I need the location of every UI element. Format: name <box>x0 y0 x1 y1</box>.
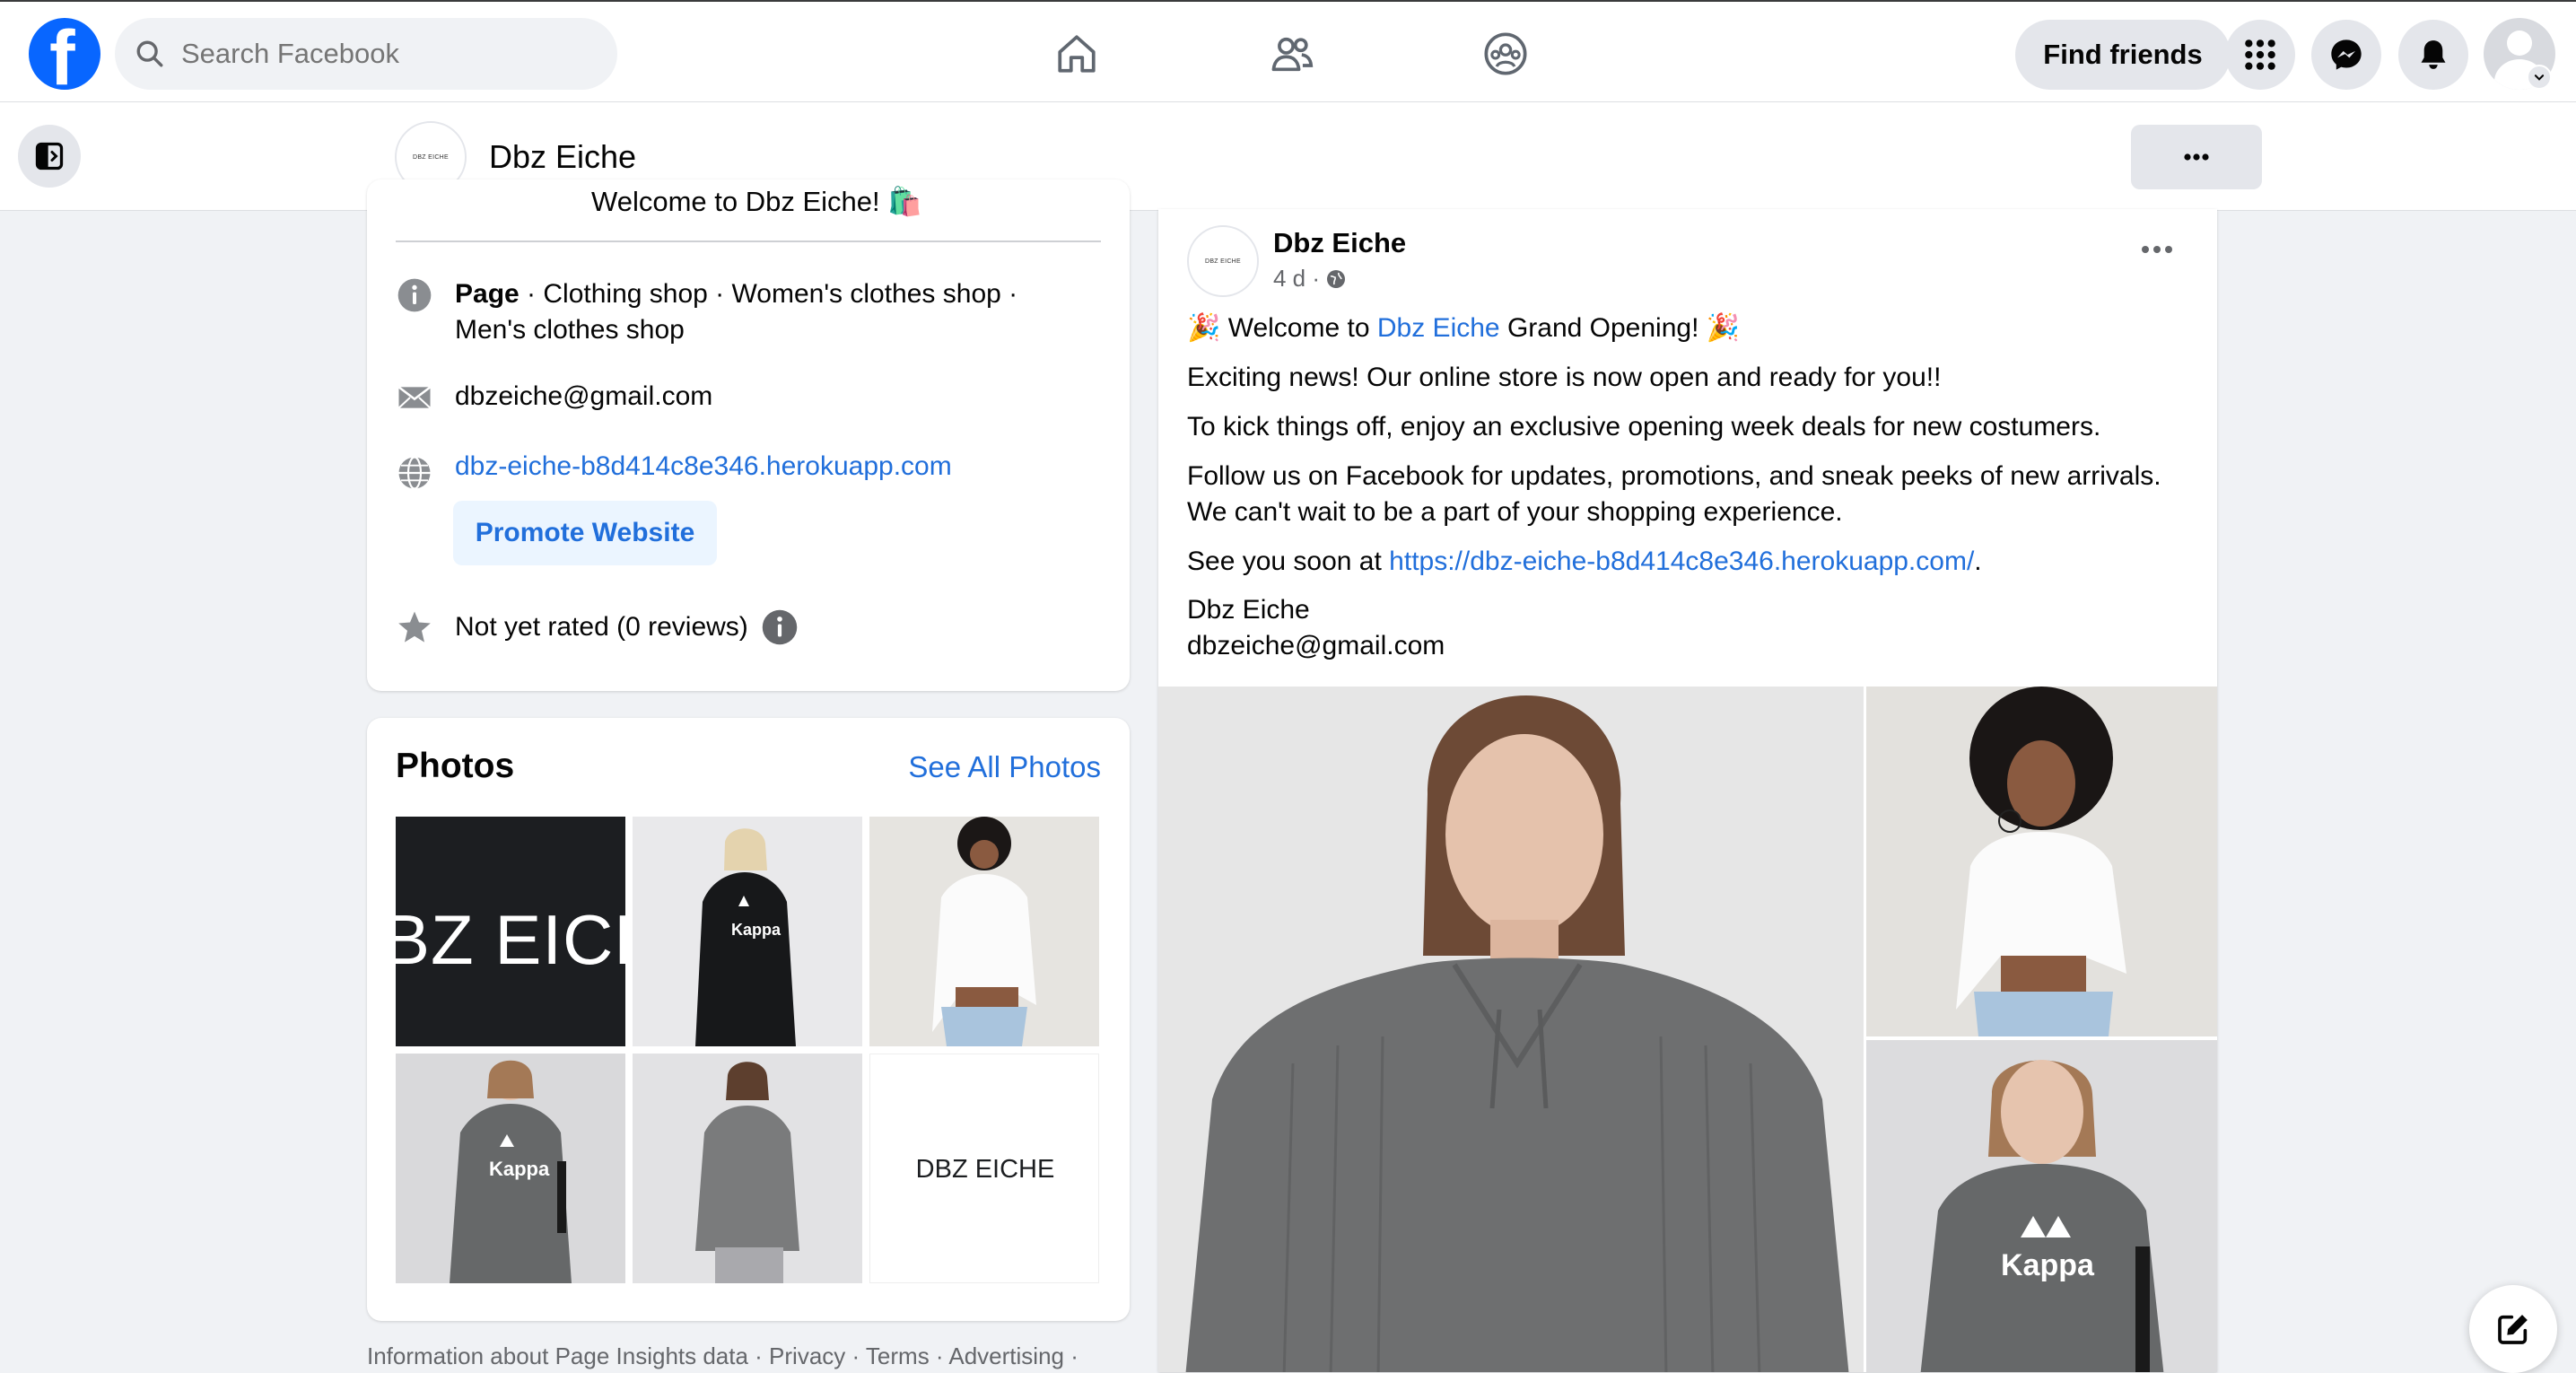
groups-icon[interactable] <box>1479 27 1533 81</box>
public-globe-icon <box>1327 269 1346 288</box>
post-image-main[interactable] <box>1158 686 1864 1372</box>
more-dots-icon <box>2184 153 2209 161</box>
messenger-icon[interactable] <box>2311 20 2381 90</box>
post-options-icon[interactable] <box>2135 236 2179 263</box>
new-message-button[interactable] <box>2469 1285 2557 1373</box>
photo-thumbnail[interactable] <box>633 1054 862 1283</box>
intro-bio-text: Welcome to Dbz Eiche! 🛍️ <box>591 186 922 217</box>
search-bar[interactable] <box>115 18 617 90</box>
more-options-button[interactable] <box>2131 125 2262 189</box>
post-text-line: 🎉 Welcome to Dbz Eiche Grand Opening! 🎉 <box>1187 310 1740 346</box>
svg-text:Kappa: Kappa <box>731 921 782 939</box>
menu-grid-icon[interactable] <box>2225 20 2295 90</box>
rating-info-icon[interactable] <box>761 608 799 646</box>
top-navigation-bar: f Find friends <box>0 0 2576 102</box>
post-card: DBZ EICHE Dbz Eiche 4 d · 🎉 Welcome to D… <box>1158 209 2217 1372</box>
side-panel-toggle-icon[interactable] <box>18 125 81 188</box>
page-name[interactable]: Dbz Eiche <box>489 138 636 176</box>
signature-email: dbzeiche@gmail.com <box>1187 631 1445 660</box>
footer-links[interactable]: Information about Page Insights data · P… <box>367 1342 1078 1370</box>
post-text-fragment: . <box>1974 547 1982 576</box>
categories-text-2: Men's clothes shop <box>455 315 685 345</box>
friends-icon[interactable] <box>1265 27 1319 81</box>
post-timestamp[interactable]: 4 d · <box>1273 265 1320 293</box>
rating-text: Not yet rated (0 reviews) <box>455 612 748 642</box>
chevron-down-icon[interactable] <box>2527 65 2552 90</box>
categories-text: · Clothing shop · Women's clothes shop · <box>519 279 1018 309</box>
post-text-line: Exciting news! Our online store is now o… <box>1187 363 1942 392</box>
photos-card: Photos See All Photos BZ EICH Kappa Kapp… <box>367 718 1130 1321</box>
star-icon <box>396 608 433 646</box>
info-row-rating: Not yet rated (0 reviews) <box>396 608 799 646</box>
post-image-tertiary[interactable]: Kappa <box>1866 1040 2217 1372</box>
search-input[interactable] <box>179 37 574 71</box>
promote-website-button[interactable]: Promote Website <box>453 501 717 565</box>
photo-thumbnail[interactable]: Kappa <box>396 1054 625 1283</box>
post-logo-text: DBZ EICHE <box>1204 258 1242 265</box>
find-friends-button[interactable]: Find friends <box>2015 20 2231 90</box>
info-row-email: dbzeiche@gmail.com <box>396 379 712 416</box>
post-text-fragment: See you soon at <box>1187 547 1390 576</box>
notifications-bell-icon[interactable] <box>2398 20 2468 90</box>
post-text-line: We can't wait to be a part of your shopp… <box>1187 497 1843 527</box>
email-text[interactable]: dbzeiche@gmail.com <box>455 379 712 415</box>
info-row-category: Page · Clothing shop · Women's clothes s… <box>396 276 1017 348</box>
facebook-logo-icon[interactable]: f <box>29 18 100 97</box>
page-label: Page <box>455 279 520 309</box>
globe-icon <box>396 454 433 492</box>
post-text-line: Follow us on Facebook for updates, promo… <box>1187 461 2161 491</box>
page-mention-link[interactable]: Dbz Eiche <box>1377 313 1500 343</box>
post-text-fragment: 🎉 Welcome to <box>1187 313 1377 343</box>
photo-logo-text: BZ EICH <box>396 900 625 979</box>
photo-thumbnail[interactable]: Kappa <box>633 817 862 1046</box>
photo-logo-text: DBZ EICHE <box>915 1155 1055 1184</box>
photos-title: Photos <box>396 747 515 785</box>
search-icon <box>136 40 163 67</box>
info-row-website: dbz-eiche-b8d414c8e346.herokuapp.com <box>396 449 952 492</box>
post-author-avatar[interactable]: DBZ EICHE <box>1187 225 1259 297</box>
svg-text:Kappa: Kappa <box>2001 1248 2095 1282</box>
website-url-link[interactable]: https://dbz-eiche-b8d414c8e346.herokuapp… <box>1389 547 1974 576</box>
post-text-fragment: Grand Opening! 🎉 <box>1499 313 1741 343</box>
home-icon[interactable] <box>1050 27 1104 81</box>
compose-edit-icon <box>2498 1315 2528 1344</box>
photo-thumbnail[interactable] <box>869 817 1099 1046</box>
post-text-line: To kick things off, enjoy an exclusive o… <box>1187 412 2101 442</box>
photo-thumbnail[interactable]: DBZ EICHE <box>869 1054 1099 1283</box>
website-link[interactable]: dbz-eiche-b8d414c8e346.herokuapp.com <box>455 449 952 485</box>
post-text-line: See you soon at https://dbz-eiche-b8d414… <box>1187 544 1982 580</box>
divider <box>396 240 1101 242</box>
envelope-icon <box>396 379 433 416</box>
svg-text:Kappa: Kappa <box>489 1158 550 1180</box>
info-circle-icon <box>396 276 433 314</box>
see-all-photos-link[interactable]: See All Photos <box>908 750 1101 784</box>
post-image-secondary[interactable] <box>1866 686 2217 1036</box>
intro-card: Welcome to Dbz Eiche! 🛍️ Page · Clothing… <box>367 179 1130 691</box>
signature-page-link[interactable]: Dbz Eiche <box>1187 592 1310 628</box>
post-author-name[interactable]: Dbz Eiche <box>1273 227 1406 259</box>
photo-thumbnail[interactable]: BZ EICH <box>396 817 625 1046</box>
page-logo-text: DBZ EICHE <box>412 153 450 161</box>
